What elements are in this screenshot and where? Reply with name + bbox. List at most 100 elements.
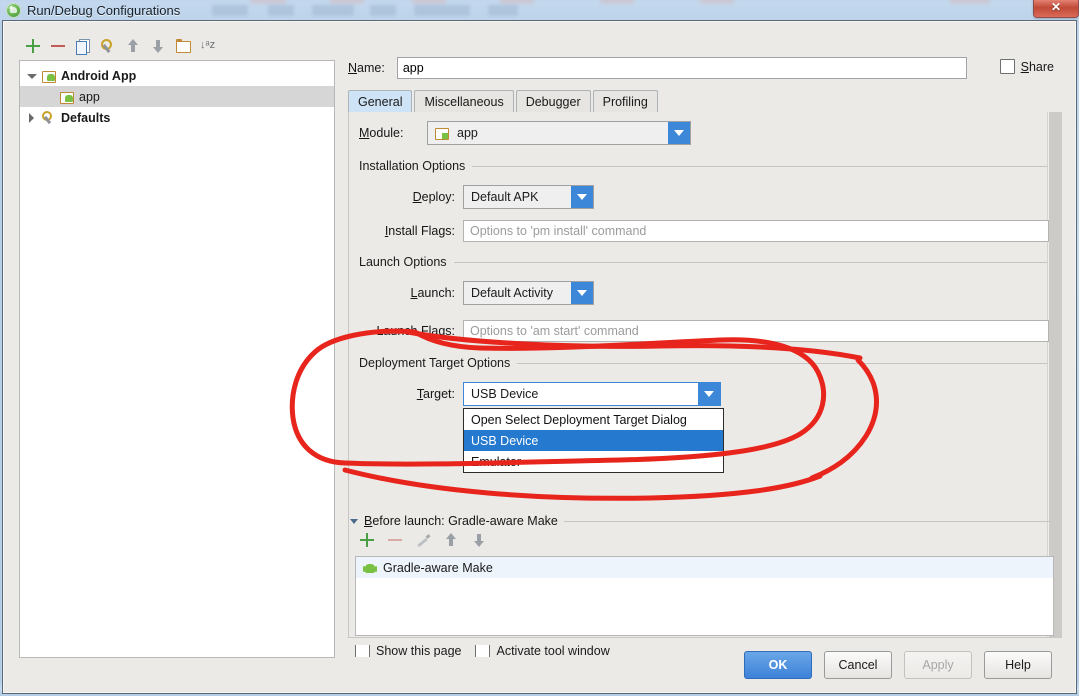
deployment-target-options-title: Deployment Target Options	[359, 356, 511, 370]
launch-row: Launch: Default Activity	[389, 281, 594, 305]
chevron-down-icon[interactable]	[668, 122, 690, 144]
tab-general[interactable]: General	[348, 90, 413, 112]
dropdown-option-open-dialog[interactable]: Open Select Deployment Target Dialog	[464, 409, 723, 430]
show-this-page-label: Show this page	[376, 645, 462, 657]
before-launch-header[interactable]: BBefore launch: Gradle-aware Makeefore l…	[350, 514, 1050, 528]
module-label: Module:	[359, 126, 404, 140]
module-combo[interactable]: app	[427, 121, 691, 145]
close-icon: ✕	[1050, 0, 1062, 14]
dropdown-option-emulator[interactable]: Emulator	[464, 451, 723, 472]
general-tab-panel: Module: app Installation Options Deploy:…	[348, 112, 1062, 638]
footer-checkbox-group: Show this page Activate tool window	[355, 645, 610, 657]
tab-profiling[interactable]: Profiling	[592, 90, 658, 112]
chevron-down-icon[interactable]	[350, 518, 358, 524]
deploy-value: Default APK	[471, 190, 539, 204]
remove-task-icon[interactable]	[387, 532, 403, 548]
activate-tool-window-checkbox-group[interactable]: Activate tool window	[475, 645, 610, 657]
copy-configuration-icon[interactable]	[75, 38, 91, 55]
launch-value: Default Activity	[471, 286, 553, 300]
share-label: Share	[1020, 59, 1054, 74]
launch-combo[interactable]: Default Activity	[463, 281, 594, 305]
name-input[interactable]	[396, 57, 967, 79]
configurations-tree-panel[interactable]: Android App app Defaults	[19, 60, 335, 658]
before-launch-toolbar	[359, 532, 487, 548]
installation-options-title: Installation Options	[359, 159, 466, 173]
configurations-tree: Android App app Defaults	[20, 61, 334, 128]
android-studio-icon	[6, 2, 21, 18]
task-list-item[interactable]: Gradle-aware Make	[356, 557, 1053, 578]
install-flags-input[interactable]: Options to 'pm install' command	[463, 220, 1049, 242]
section-divider	[517, 362, 1047, 364]
name-label: NName:ame:	[348, 61, 385, 75]
launch-flags-row: Launch Flags: Options to 'am start' comm…	[357, 320, 1049, 342]
move-down-icon[interactable]	[150, 38, 166, 54]
activate-tool-window-checkbox[interactable]	[475, 645, 491, 657]
tree-item-defaults[interactable]: Defaults	[20, 107, 334, 128]
settings-tabs: General Miscellaneous Debugger Profiling	[348, 90, 1060, 113]
window-titlebar: Run/Debug Configurations	[0, 0, 180, 20]
before-launch-title: BBefore launch: Gradle-aware Makeefore l…	[364, 514, 558, 528]
folder-icon[interactable]	[175, 38, 191, 54]
add-task-icon[interactable]	[359, 532, 375, 548]
launch-label: Launch:	[410, 286, 455, 300]
remove-icon[interactable]	[50, 38, 66, 54]
deploy-label: Deploy:	[412, 190, 455, 204]
edit-task-icon[interactable]	[415, 532, 431, 548]
target-dropdown-popup[interactable]: Open Select Deployment Target Dialog USB…	[463, 408, 724, 473]
edit-defaults-icon[interactable]	[100, 38, 116, 54]
target-label: Target:	[416, 387, 455, 401]
task-label: Gradle-aware Make	[383, 560, 493, 575]
install-flags-placeholder: Options to 'pm install' command	[470, 224, 647, 238]
install-flags-label: Install Flags:	[384, 224, 455, 238]
module-row: Module: app	[359, 121, 691, 145]
section-divider	[453, 261, 1047, 263]
close-button[interactable]: ✕	[1033, 0, 1079, 18]
dialog-button-row: OK Cancel Apply Help	[744, 651, 1052, 679]
deployment-target-options-section: Deployment Target Options	[359, 356, 1047, 370]
chevron-right-icon[interactable]	[26, 112, 38, 124]
share-checkbox[interactable]	[999, 59, 1015, 74]
target-value: USB Device	[471, 387, 539, 401]
deploy-combo[interactable]: Default APK	[463, 185, 594, 209]
launch-flags-input[interactable]: Options to 'am start' command	[463, 320, 1049, 342]
launch-options-title: Launch Options	[359, 255, 447, 269]
tab-miscellaneous[interactable]: Miscellaneous	[414, 90, 514, 112]
before-launch-task-list[interactable]: Gradle-aware Make	[355, 556, 1054, 636]
share-checkbox-group[interactable]: Share	[999, 59, 1054, 74]
target-row: Target: USB Device	[389, 382, 721, 406]
tree-item-android-app[interactable]: Android App	[20, 65, 334, 86]
installation-options-section: Installation Options	[359, 159, 1047, 173]
deploy-row: Deploy: Default APK	[389, 185, 594, 209]
android-app-icon	[42, 69, 57, 83]
module-value: app	[457, 126, 478, 140]
dropdown-option-usb-device[interactable]: USB Device	[464, 430, 723, 451]
sort-alphabetically-icon[interactable]: ↓ᵃz	[200, 38, 216, 54]
ok-button[interactable]: OK	[744, 651, 812, 679]
launch-options-section: Launch Options	[359, 255, 1047, 269]
help-button[interactable]: Help	[984, 651, 1052, 679]
cancel-button[interactable]: Cancel	[824, 651, 892, 679]
show-this-page-checkbox-group[interactable]: Show this page	[355, 645, 461, 657]
target-combo[interactable]: USB Device	[463, 382, 721, 406]
add-icon[interactable]	[25, 38, 41, 54]
section-divider	[563, 520, 1050, 522]
chevron-down-icon[interactable]	[571, 186, 593, 208]
move-up-icon[interactable]	[125, 38, 141, 54]
activate-tool-window-label: Activate tool window	[496, 645, 610, 657]
section-divider	[472, 165, 1047, 167]
chevron-down-icon[interactable]	[571, 282, 593, 304]
move-task-down-icon[interactable]	[471, 532, 487, 548]
tree-item-label: Android App	[61, 68, 137, 83]
tab-debugger[interactable]: Debugger	[515, 90, 591, 112]
module-icon	[435, 126, 450, 140]
show-this-page-checkbox[interactable]	[355, 645, 370, 657]
wrench-icon	[42, 110, 57, 125]
install-flags-row: Install Flags: Options to 'pm install' c…	[362, 220, 1049, 242]
name-row: NName:ame:	[348, 57, 967, 79]
move-task-up-icon[interactable]	[443, 532, 459, 548]
chevron-down-icon[interactable]	[698, 383, 720, 405]
tree-item-app[interactable]: app	[20, 86, 334, 107]
chevron-down-icon[interactable]	[26, 70, 38, 82]
tree-item-label: app	[79, 89, 100, 104]
